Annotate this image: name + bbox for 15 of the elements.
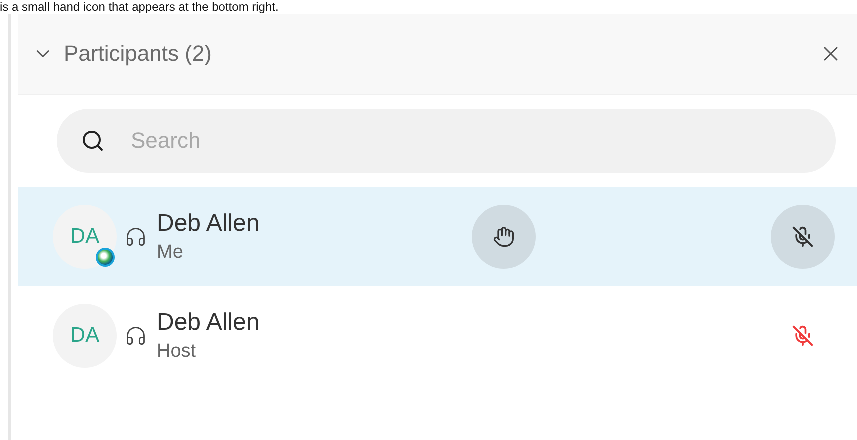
participant-role: Host [157, 340, 198, 362]
headset-icon [125, 226, 147, 248]
participant-name: Deb Allen [157, 210, 261, 238]
participant-row[interactable]: DA Deb Allen Me [18, 187, 857, 286]
hand-icon [493, 226, 515, 248]
muted-mic-icon [792, 226, 814, 248]
avatar-initials: DA [70, 324, 100, 348]
participant-name: Deb Allen [157, 308, 261, 336]
caption-text: is a small hand icon that appears at the bottom right. [0, 0, 279, 14]
avatar-initials: DA [70, 224, 100, 248]
headset-icon [125, 324, 147, 346]
participant-role: Me [157, 242, 184, 264]
search-icon [81, 129, 105, 153]
search-field[interactable]: Search [57, 109, 836, 173]
panel-title: Participants (2) [64, 41, 213, 67]
